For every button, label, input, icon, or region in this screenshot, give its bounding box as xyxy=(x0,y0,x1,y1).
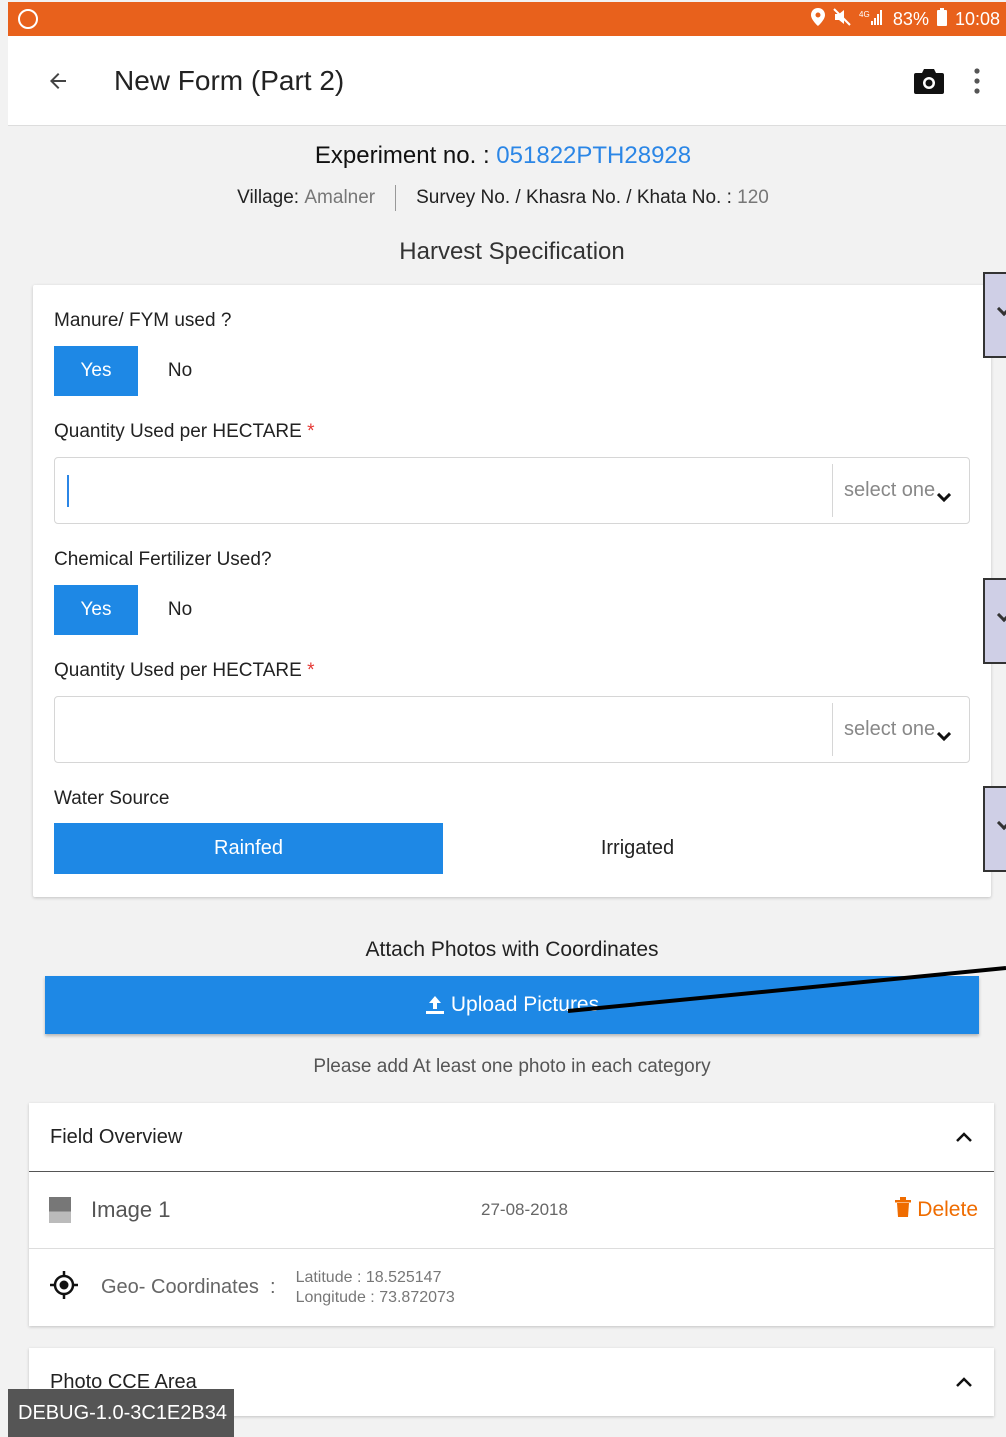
image-date: 27-08-2018 xyxy=(481,1200,568,1219)
chevron-up-icon xyxy=(956,1371,972,1394)
geo-separator: : xyxy=(270,1276,276,1298)
delete-label: Delete xyxy=(917,1198,978,1221)
chevron-up-icon xyxy=(956,1126,972,1149)
panel-title: Field Overview xyxy=(50,1125,183,1148)
geo-values: Latitude : 18.525147 Longitude : 73.8720… xyxy=(296,1268,455,1308)
latitude: Latitude : 18.525147 xyxy=(295,1268,442,1286)
geo-coordinates-row: Geo- Coordinates : Latitude : 18.525147 … xyxy=(29,1248,994,1326)
upload-hint: Please add At least one photo in each ca… xyxy=(313,1056,711,1077)
field-overview-header[interactable]: Field Overview xyxy=(29,1103,994,1171)
delete-button[interactable]: Delete xyxy=(895,1197,978,1223)
geo-label: Geo- Coordinates : xyxy=(101,1276,276,1299)
trash-icon xyxy=(895,1197,912,1223)
image-name: Image 1 xyxy=(91,1197,171,1222)
geo-label-text: Geo- Coordinates xyxy=(101,1276,259,1298)
debug-badge: DEBUG-1.0-3C1E2B34 xyxy=(8,1389,234,1437)
field-overview-panel: Field Overview Image 1 27-08-2018 Delete… xyxy=(29,1103,994,1326)
image-thumbnail[interactable] xyxy=(49,1197,71,1223)
gps-target-icon xyxy=(49,1270,79,1305)
image-row: Image 1 27-08-2018 Delete xyxy=(29,1171,994,1248)
longitude: Longitude : 73.872073 xyxy=(295,1288,455,1306)
